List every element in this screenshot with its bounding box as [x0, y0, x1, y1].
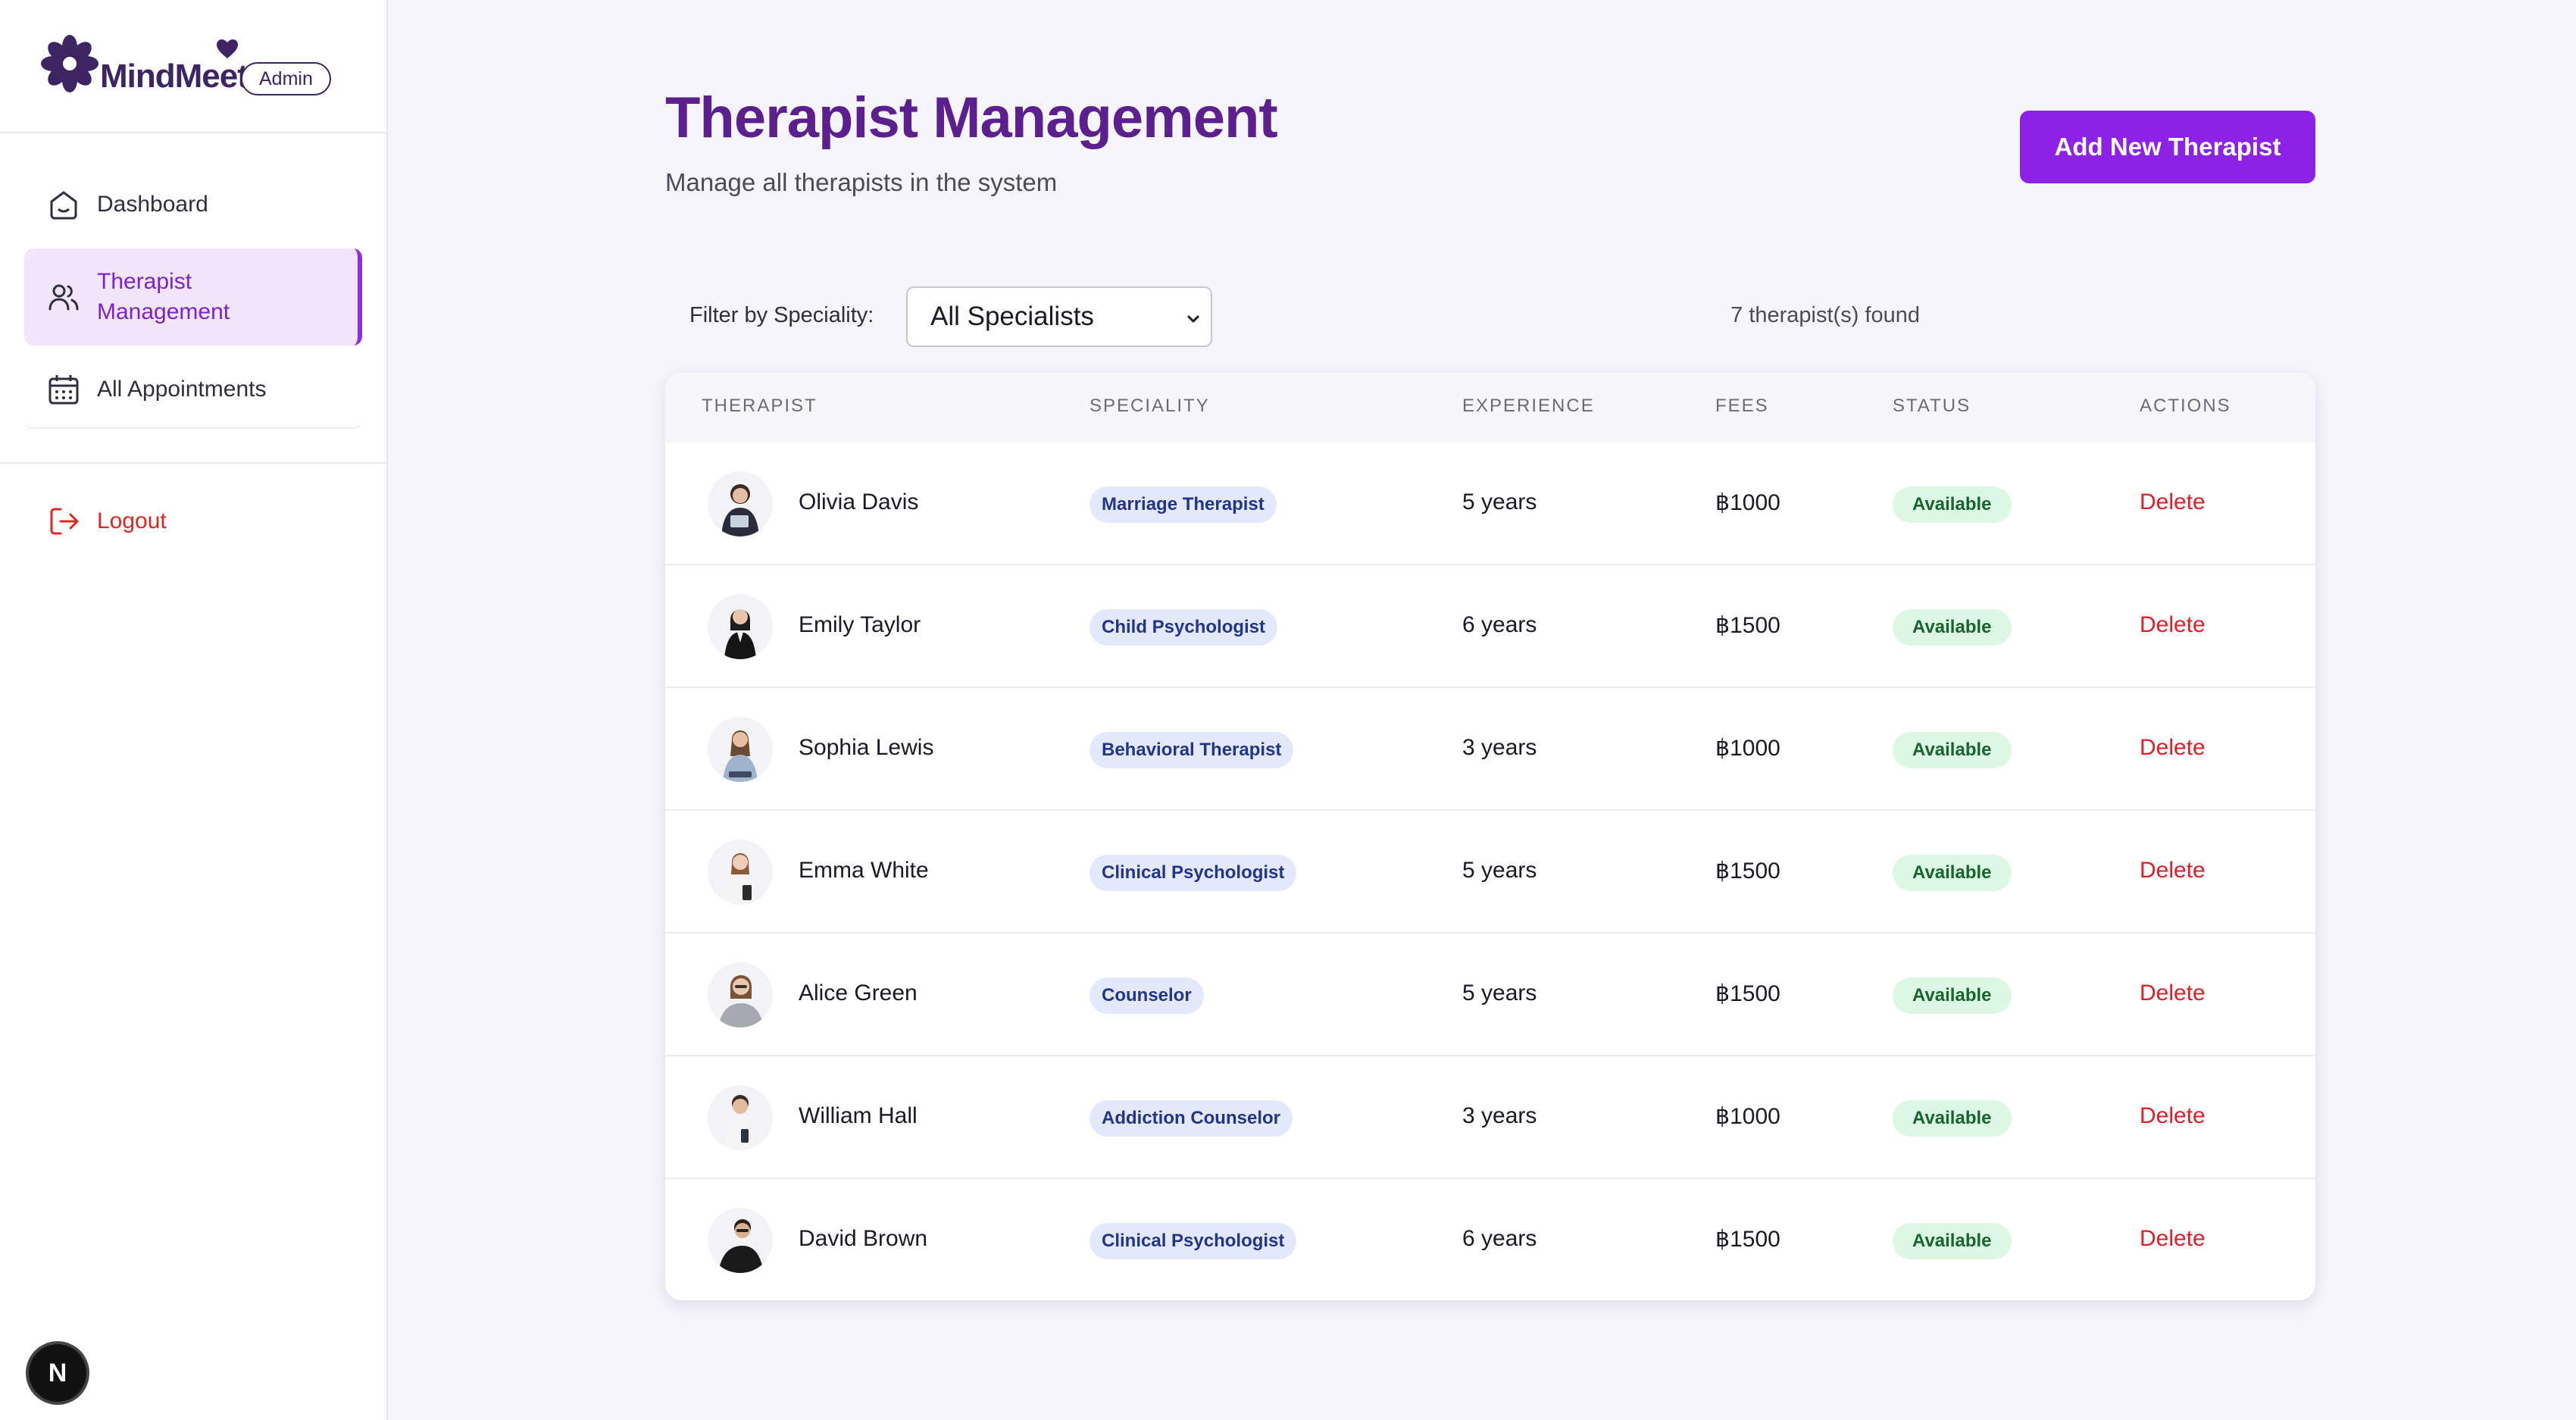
main-content: Therapist Management Manage all therapis… — [388, 0, 2576, 1420]
column-header-speciality: SPECIALITY — [1089, 396, 1210, 416]
flower-logo-icon — [41, 35, 98, 92]
filter-selected-value: All Specialists — [930, 302, 1094, 331]
logo-area: MindMeet Admin — [0, 0, 386, 133]
sidebar-item-label: Dashboard — [97, 192, 208, 217]
calendar-icon — [48, 375, 79, 405]
status-badge: Available — [1893, 732, 2012, 768]
status-badge: Available — [1893, 977, 2012, 1014]
table-row: Alice Green Counselor 5 years ฿1500 Avai… — [665, 934, 2315, 1056]
experience-value: 5 years — [1462, 858, 1537, 883]
therapist-name: Emily Taylor — [799, 612, 921, 637]
delete-button[interactable]: Delete — [2140, 981, 2206, 1006]
framework-badge[interactable]: N — [29, 1344, 86, 1402]
speciality-badge: Clinical Psychologist — [1089, 855, 1297, 891]
chevron-down-icon — [1187, 315, 1199, 323]
delete-button[interactable]: Delete — [2140, 489, 2206, 515]
experience-value: 3 years — [1462, 735, 1537, 760]
delete-button[interactable]: Delete — [2140, 1103, 2206, 1129]
status-badge: Available — [1893, 1100, 2012, 1137]
sidebar-nav: Dashboard Therapist Management All Appoi… — [24, 167, 362, 429]
speciality-badge: Marriage Therapist — [1089, 486, 1277, 523]
sidebar-item-label: Therapist Management — [97, 269, 230, 324]
heart-icon — [217, 39, 238, 58]
page-subtitle: Manage all therapists in the system — [665, 168, 1058, 196]
column-header-fees: FEES — [1715, 396, 1769, 416]
experience-value: 6 years — [1462, 612, 1537, 637]
therapist-avatar — [708, 717, 773, 782]
therapist-avatar — [708, 1208, 773, 1273]
fee-value: ฿1000 — [1715, 1104, 1780, 1129]
sidebar-item-therapist-management[interactable]: Therapist Management — [24, 249, 362, 346]
therapist-name: Emma White — [799, 858, 929, 883]
results-count: 7 therapist(s) found — [1730, 303, 1920, 327]
fee-value: ฿1500 — [1715, 1227, 1780, 1252]
admin-badge: Admin — [241, 62, 331, 95]
table-row: William Hall Addiction Counselor 3 years… — [665, 1056, 2315, 1179]
status-badge: Available — [1893, 1223, 2012, 1259]
therapist-name: Olivia Davis — [799, 489, 919, 515]
experience-value: 6 years — [1462, 1226, 1537, 1251]
table-row: Sophia Lewis Behavioral Therapist 3 year… — [665, 688, 2315, 811]
fee-value: ฿1500 — [1715, 613, 1780, 638]
experience-value: 3 years — [1462, 1103, 1537, 1128]
page-title: Therapist Management — [665, 86, 1278, 150]
speciality-badge: Child Psychologist — [1089, 609, 1278, 646]
fee-value: ฿1000 — [1715, 736, 1780, 761]
logout-button[interactable]: Logout — [24, 483, 362, 559]
status-badge: Available — [1893, 486, 2012, 523]
delete-button[interactable]: Delete — [2140, 735, 2206, 761]
table-row: Emma White Clinical Psychologist 5 years… — [665, 811, 2315, 934]
table-row: Emily Taylor Child Psychologist 6 years … — [665, 565, 2315, 688]
fee-value: ฿1500 — [1715, 859, 1780, 884]
table-row: David Brown Clinical Psychologist 6 year… — [665, 1179, 2315, 1300]
therapist-table: THERAPIST SPECIALITY EXPERIENCE FEES STA… — [665, 373, 2315, 1300]
delete-button[interactable]: Delete — [2140, 1226, 2206, 1252]
experience-value: 5 years — [1462, 981, 1537, 1006]
delete-button[interactable]: Delete — [2140, 858, 2206, 884]
therapist-name: William Hall — [799, 1103, 918, 1128]
therapist-avatar — [708, 962, 773, 1027]
therapist-avatar — [708, 471, 773, 536]
therapist-name: David Brown — [799, 1226, 928, 1251]
therapist-name: Sophia Lewis — [799, 735, 934, 760]
users-icon — [48, 284, 79, 311]
brand-name: MindMeet — [100, 58, 249, 95]
therapist-avatar — [708, 840, 773, 905]
status-badge: Available — [1893, 609, 2012, 646]
sidebar-divider — [0, 462, 386, 464]
delete-button[interactable]: Delete — [2140, 612, 2206, 638]
table-body: Olivia Davis Marriage Therapist 5 years … — [665, 443, 2315, 1300]
therapist-avatar — [708, 594, 773, 659]
logout-label: Logout — [97, 508, 167, 533]
status-badge: Available — [1893, 855, 2012, 891]
therapist-name: Alice Green — [799, 981, 918, 1006]
column-header-experience: EXPERIENCE — [1462, 396, 1595, 416]
fee-value: ฿1000 — [1715, 490, 1780, 515]
experience-value: 5 years — [1462, 489, 1537, 515]
home-icon — [50, 191, 77, 220]
speciality-filter-select[interactable]: All Specialists — [906, 286, 1212, 347]
column-header-status: STATUS — [1893, 396, 1971, 416]
add-new-therapist-button[interactable]: Add New Therapist — [2020, 111, 2315, 183]
sidebar-item-dashboard[interactable]: Dashboard — [24, 167, 362, 242]
sidebar-item-label: All Appointments — [97, 377, 267, 402]
logout-icon — [50, 508, 79, 535]
sidebar: MindMeet Admin Dashboard Therapist Manag… — [0, 0, 388, 1420]
speciality-badge: Counselor — [1089, 977, 1204, 1014]
table-row: Olivia Davis Marriage Therapist 5 years … — [665, 443, 2315, 565]
column-header-therapist: THERAPIST — [702, 396, 818, 416]
fee-value: ฿1500 — [1715, 981, 1780, 1006]
speciality-badge: Clinical Psychologist — [1089, 1223, 1297, 1259]
therapist-avatar — [708, 1085, 773, 1150]
app-root: MindMeet Admin Dashboard Therapist Manag… — [0, 0, 2576, 1420]
speciality-badge: Addiction Counselor — [1089, 1100, 1293, 1137]
sidebar-item-all-appointments[interactable]: All Appointments — [24, 352, 362, 429]
filter-label: Filter by Speciality: — [689, 303, 874, 327]
table-header: THERAPIST SPECIALITY EXPERIENCE FEES STA… — [665, 373, 2315, 443]
column-header-actions: ACTIONS — [2140, 396, 2231, 416]
speciality-badge: Behavioral Therapist — [1089, 732, 1294, 768]
